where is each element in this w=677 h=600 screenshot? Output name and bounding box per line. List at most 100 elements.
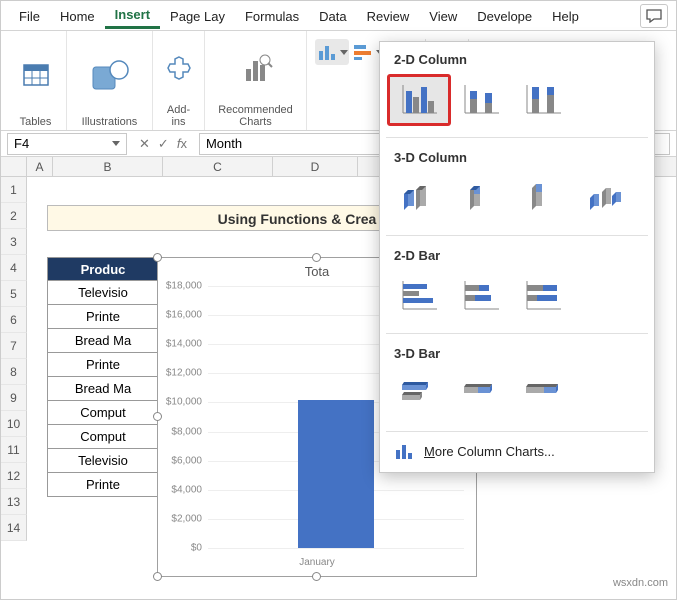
row-header[interactable]: 8 (1, 359, 27, 385)
illustrations-label: Illustrations (82, 114, 138, 128)
recommended-charts-icon (238, 51, 274, 87)
row-header[interactable]: 11 (1, 437, 27, 463)
cancel-icon[interactable]: ✕ (139, 136, 150, 152)
col-header-a[interactable]: A (27, 157, 53, 176)
bar-chart-icon (353, 43, 373, 61)
watermark: wsxdn.com (613, 577, 668, 589)
3d-col-icon (584, 180, 626, 216)
table-row[interactable]: Printe (47, 305, 159, 329)
chart-option-stacked-bar[interactable] (450, 271, 512, 321)
chart-option-clustered-bar[interactable] (388, 271, 450, 321)
3d-col-icon (398, 180, 440, 216)
tables-label: Tables (20, 114, 52, 128)
table-row[interactable]: Printe (47, 353, 159, 377)
chart-option-3d-clustered-bar[interactable] (388, 369, 450, 419)
chart-option-3d-stacked-column[interactable] (450, 173, 512, 223)
row-header[interactable]: 10 (1, 411, 27, 437)
table-row[interactable]: Bread Ma (47, 377, 159, 401)
name-box[interactable]: F4 (7, 133, 127, 155)
row-header[interactable]: 1 (1, 177, 27, 203)
bar-icon (523, 279, 563, 313)
tab-review[interactable]: Review (357, 4, 420, 28)
tab-help[interactable]: Help (542, 4, 589, 28)
ribbon-group-illustrations[interactable]: Illustrations (67, 31, 153, 130)
tab-file[interactable]: File (9, 4, 50, 28)
addins-label: Add- ins (167, 102, 190, 128)
ribbon-group-tables[interactable]: Tables (5, 31, 67, 130)
row-header[interactable]: 2 (1, 203, 27, 229)
clustered-column-icon (399, 83, 439, 117)
illustrations-icon (89, 57, 131, 93)
chart-option-100-stacked-bar[interactable] (512, 271, 574, 321)
chart-option-3d-clustered-column[interactable] (388, 173, 450, 223)
row-header[interactable]: 9 (1, 385, 27, 411)
chart-y-axis: $0$2,000$4,000$6,000$8,000$10,000$12,000… (158, 286, 206, 548)
chart-option-3d-100-stacked-bar[interactable] (512, 369, 574, 419)
tab-home[interactable]: Home (50, 4, 105, 28)
chart-option-3d-stacked-bar[interactable] (450, 369, 512, 419)
chevron-down-icon (340, 50, 348, 55)
row-header[interactable]: 7 (1, 333, 27, 359)
dropdown-section-2d-column: 2-D Column (380, 42, 654, 73)
col-header-b[interactable]: B (53, 157, 163, 176)
col-header-c[interactable]: C (163, 157, 273, 176)
row-headers: 1 2 3 4 5 6 7 8 9 10 11 12 13 14 (1, 177, 27, 541)
comments-button[interactable] (640, 4, 668, 28)
row-header[interactable]: 6 (1, 307, 27, 333)
row-header[interactable]: 3 (1, 229, 27, 255)
table-row[interactable]: Televisio (47, 281, 159, 305)
row-header[interactable]: 12 (1, 463, 27, 489)
select-all-corner[interactable] (1, 157, 27, 176)
resize-handle[interactable] (153, 572, 162, 581)
3d-col-icon (522, 180, 564, 216)
3d-bar-icon (398, 377, 440, 411)
product-header-cell[interactable]: Produc (47, 257, 159, 281)
fx-icon[interactable]: fx (177, 136, 187, 151)
bar-icon (399, 279, 439, 313)
ribbon-group-addins[interactable]: Add- ins (153, 31, 205, 130)
chart-option-clustered-column[interactable] (388, 75, 450, 125)
chart-bar[interactable] (298, 400, 375, 548)
more-charts-label: MMore Column Charts...ore Column Charts.… (424, 444, 555, 459)
chevron-down-icon (112, 141, 120, 146)
formula-value: Month (206, 136, 242, 151)
insert-column-chart-button[interactable] (315, 39, 349, 65)
tab-pagelayout[interactable]: Page Lay (160, 4, 235, 28)
bar-icon (461, 279, 501, 313)
row-header[interactable]: 14 (1, 515, 27, 541)
enter-icon[interactable]: ✓ (158, 136, 169, 152)
table-row[interactable]: Comput (47, 425, 159, 449)
row-header[interactable]: 4 (1, 255, 27, 281)
3d-bar-icon (522, 377, 564, 411)
tab-formulas[interactable]: Formulas (235, 4, 309, 28)
row-header[interactable]: 13 (1, 489, 27, 515)
3d-col-icon (460, 180, 502, 216)
formula-controls: ✕ ✓ fx (133, 136, 193, 152)
resize-handle[interactable] (312, 572, 321, 581)
chart-option-100-stacked-column[interactable] (512, 75, 574, 125)
row-header[interactable]: 5 (1, 281, 27, 307)
column-chart-icon (394, 442, 414, 460)
ribbon-group-recommended[interactable]: Recommended Charts (205, 31, 307, 130)
table-row[interactable]: Bread Ma (47, 329, 159, 353)
resize-handle[interactable] (153, 253, 162, 262)
3d-bar-icon (460, 377, 502, 411)
chart-option-stacked-column[interactable] (450, 75, 512, 125)
table-row[interactable]: Televisio (47, 449, 159, 473)
tab-insert[interactable]: Insert (105, 2, 160, 29)
tab-developer[interactable]: Develope (467, 4, 542, 28)
chart-option-3d-100-stacked-column[interactable] (512, 173, 574, 223)
table-row[interactable]: Comput (47, 401, 159, 425)
recommended-label: Recommended Charts (218, 102, 293, 128)
resize-handle[interactable] (312, 253, 321, 262)
dropdown-section-3d-column: 3-D Column (380, 140, 654, 171)
chart-option-3d-column[interactable] (574, 173, 636, 223)
tab-view[interactable]: View (419, 4, 467, 28)
col-header-d[interactable]: D (273, 157, 358, 176)
resize-handle[interactable] (153, 412, 162, 421)
more-column-charts[interactable]: MMore Column Charts...ore Column Charts.… (380, 434, 654, 468)
table-row[interactable]: Printe (47, 473, 159, 497)
comment-icon (646, 9, 662, 23)
tab-data[interactable]: Data (309, 4, 356, 28)
separator (386, 333, 648, 334)
